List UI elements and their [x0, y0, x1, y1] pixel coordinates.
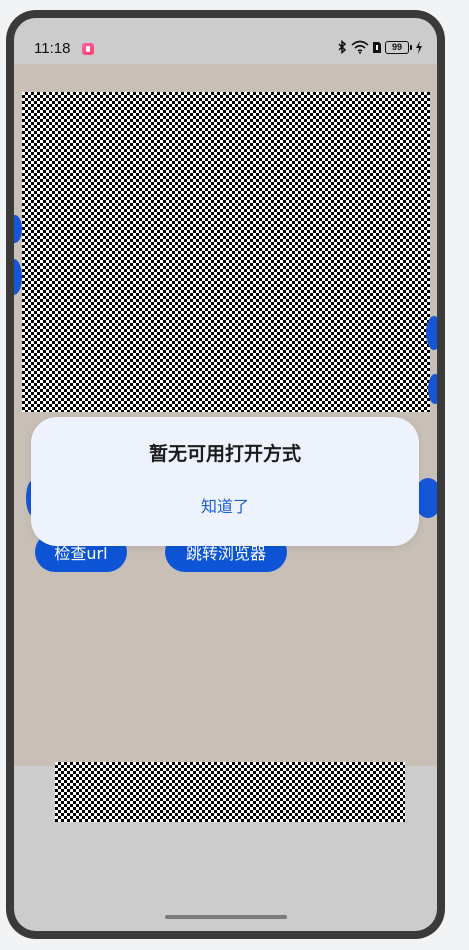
dialog: 暂无可用打开方式 知道了	[31, 417, 419, 546]
status-icons: 99	[337, 40, 423, 54]
phone-frame: 11:18 99 检查url 跳转浏览器 暂无可用打开方式 知道了	[6, 10, 445, 939]
battery-level: 99	[385, 40, 409, 54]
wifi-icon	[351, 40, 369, 54]
battery-icon: 99	[385, 40, 412, 54]
image-placeholder	[22, 92, 430, 412]
hidden-button-edge[interactable]	[426, 316, 437, 350]
screen: 11:18 99 检查url 跳转浏览器 暂无可用打开方式 知道了	[14, 18, 437, 931]
hidden-button-edge[interactable]	[428, 374, 437, 404]
home-indicator[interactable]	[165, 915, 287, 919]
sim-icon	[373, 41, 381, 53]
banner-placeholder	[55, 762, 405, 822]
status-time: 11:18	[34, 40, 71, 57]
app-content: 检查url 跳转浏览器 暂无可用打开方式 知道了	[14, 64, 437, 766]
dialog-ok-button[interactable]: 知道了	[175, 489, 275, 521]
bluetooth-icon	[338, 40, 347, 54]
charging-icon	[416, 40, 422, 54]
status-bar: 11:18 99	[14, 18, 437, 64]
dialog-title: 暂无可用打开方式	[148, 443, 301, 465]
app-notification-icon	[82, 43, 94, 55]
hidden-button-edge[interactable]	[14, 215, 22, 243]
hidden-button-edge[interactable]	[14, 259, 22, 295]
